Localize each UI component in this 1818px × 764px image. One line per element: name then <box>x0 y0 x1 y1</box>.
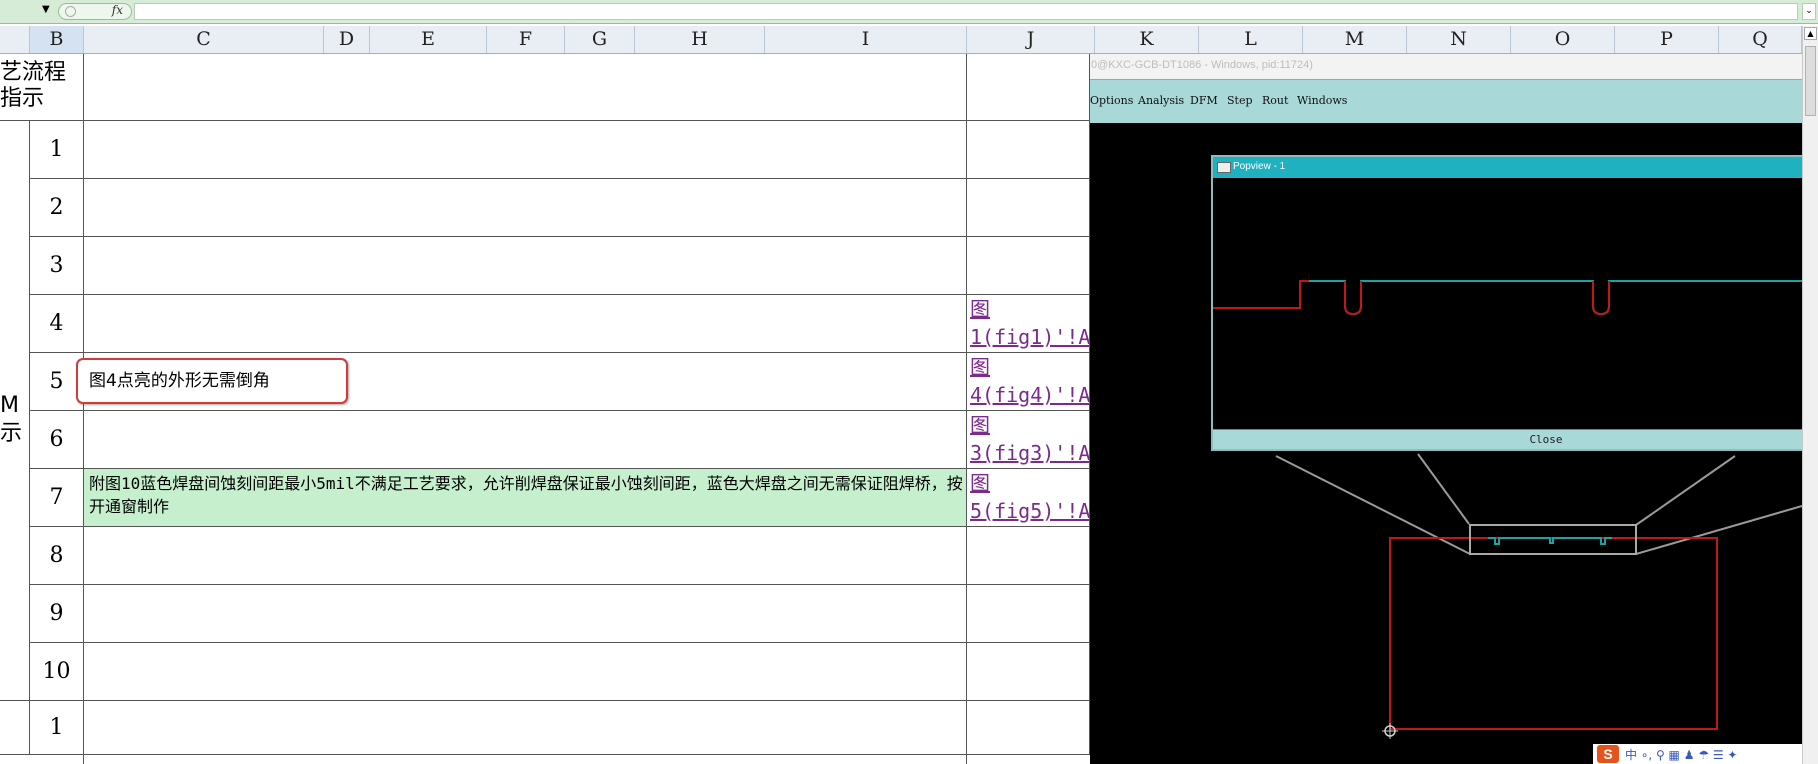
row-content-cell[interactable] <box>84 527 967 585</box>
scroll-up-icon[interactable]: ▲ <box>1804 27 1817 40</box>
column-header-f[interactable]: F <box>487 26 565 53</box>
row-link-cell[interactable] <box>967 585 1090 643</box>
section-header-line2: 指示 <box>0 86 45 111</box>
column-header-q[interactable]: Q <box>1719 26 1802 53</box>
row-link-cell[interactable] <box>967 643 1090 701</box>
section-header-cell[interactable]: 艺流程 指示 <box>0 54 84 121</box>
figure-link-line1[interactable]: 图 <box>970 469 1089 497</box>
figure-link-line1[interactable]: 图 <box>970 353 1089 381</box>
popview-close-button[interactable]: Close <box>1213 429 1802 449</box>
embedded-cam-screenshot[interactable]: 0@KXC-GCB-DT1086 - Windows, pid:11724) O… <box>1090 54 1802 764</box>
column-header-o[interactable]: O <box>1511 26 1615 53</box>
figure-link-line1[interactable]: 图 <box>970 411 1089 439</box>
header-cell-c[interactable] <box>84 54 967 121</box>
merged-cell-a[interactable]: M 示 <box>0 121 30 701</box>
figure-link[interactable]: 图 5(fig5)'!A <box>967 469 1090 527</box>
zoom-line <box>1635 505 1802 555</box>
column-header-i[interactable]: I <box>765 26 967 53</box>
row-content-cell[interactable] <box>84 411 967 469</box>
popview-window[interactable]: Popview - 1 Close <box>1211 155 1802 451</box>
column-header-row: B C D E F G H I J K L M N O P Q <box>0 26 1818 54</box>
figure-link-line2[interactable]: 5(fig5)'!A <box>970 497 1089 525</box>
row-content-cell[interactable] <box>84 121 967 179</box>
row-content-cell[interactable] <box>84 295 967 353</box>
insert-function-button[interactable]: fx <box>58 3 132 20</box>
row-number-cell[interactable]: 10 <box>30 643 84 701</box>
zoom-line <box>1275 455 1471 555</box>
popview-title: Popview - 1 <box>1233 161 1286 172</box>
column-header-c[interactable]: C <box>84 26 324 53</box>
header-cell-j[interactable] <box>967 54 1090 121</box>
row-number-cell[interactable]: 7 <box>30 469 84 527</box>
figure-link-line1[interactable]: 图 <box>970 295 1089 323</box>
column-header-m[interactable]: M <box>1303 26 1407 53</box>
row-number-cell[interactable]: 1 <box>30 121 84 179</box>
trace-teal <box>1213 280 1802 316</box>
figure-link[interactable]: 图 3(fig3)'!A <box>967 411 1090 469</box>
column-header-l[interactable]: L <box>1199 26 1303 53</box>
zoom-trace <box>1488 537 1612 545</box>
formula-input[interactable] <box>134 3 1798 20</box>
column-header-e[interactable]: E <box>370 26 487 53</box>
popview-title-bar[interactable]: Popview - 1 <box>1213 157 1802 178</box>
merged-cell-a2[interactable] <box>0 701 30 755</box>
column-header-k[interactable]: K <box>1095 26 1199 53</box>
row-link-cell[interactable] <box>967 237 1090 295</box>
figure-link[interactable]: 图 4(fig4)'!A <box>967 353 1090 411</box>
row-number-cell[interactable]: 1 <box>30 701 84 755</box>
worksheet-grid: 艺流程 指示 M 示 1 2 3 4 图 1(fig1)'!A 5 图 4(fi… <box>0 54 1090 764</box>
row-content-cell[interactable] <box>84 237 967 295</box>
merged-cell-a-line1: M <box>0 393 19 418</box>
column-header-a[interactable] <box>0 26 30 53</box>
ime-tool-icons[interactable]: 中 ∘, ⚲ ▦ ♟ ☂ ☰ ✦ <box>1625 746 1737 763</box>
column-header-d[interactable]: D <box>324 26 370 53</box>
figure-link[interactable]: 图 1(fig1)'!A <box>967 295 1090 353</box>
section-header-line1: 艺流程 <box>0 60 67 85</box>
row-number-cell[interactable]: 3 <box>30 237 84 295</box>
column-header-j[interactable]: J <box>967 26 1095 53</box>
ime-toolbar[interactable]: S 中 ∘, ⚲ ▦ ♟ ☂ ☰ ✦ <box>1593 744 1802 764</box>
row-link-cell[interactable] <box>967 527 1090 585</box>
row-link-cell[interactable] <box>967 701 1090 755</box>
fx-icon[interactable]: fx <box>112 3 123 17</box>
zoom-line <box>1635 455 1736 526</box>
row-link-cell[interactable] <box>967 179 1090 237</box>
row-content-cell[interactable] <box>84 585 967 643</box>
column-header-b[interactable]: B <box>30 26 84 53</box>
row-content-cell[interactable] <box>84 643 967 701</box>
board-outline <box>1389 537 1718 730</box>
cancel-icon[interactable] <box>65 6 76 17</box>
merged-cell-a-line2: 示 <box>0 421 23 446</box>
column-header-n[interactable]: N <box>1407 26 1511 53</box>
row-number-cell[interactable] <box>30 755 84 764</box>
figure-link-line2[interactable]: 4(fig4)'!A <box>970 381 1089 409</box>
figure-link-line2[interactable]: 3(fig3)'!A <box>970 439 1089 467</box>
trace-red <box>1213 280 1610 316</box>
column-header-h[interactable]: H <box>635 26 765 53</box>
figure-link-line2[interactable]: 1(fig1)'!A <box>970 323 1089 351</box>
row-number-cell[interactable]: 4 <box>30 295 84 353</box>
popview-canvas <box>1213 280 1802 316</box>
row-number-cell[interactable]: 6 <box>30 411 84 469</box>
name-box-dropdown-icon[interactable]: ▼ <box>42 4 50 15</box>
column-header-p[interactable]: P <box>1615 26 1719 53</box>
row-number-cell[interactable]: 8 <box>30 527 84 585</box>
callout-textbox[interactable]: 图4点亮的外形无需倒角 <box>76 358 348 404</box>
row-number-cell[interactable]: 2 <box>30 179 84 237</box>
row7-note-cell[interactable]: 附图10蓝色焊盘间蚀刻间距最小5mil不满足工艺要求，允许削焊盘保证最小蚀刻间距… <box>84 469 967 527</box>
vertical-scrollbar[interactable]: ▲ <box>1802 26 1818 764</box>
row-number-cell[interactable]: 9 <box>30 585 84 643</box>
expand-formula-bar-icon[interactable]: ⌄ <box>1802 3 1816 20</box>
row-link-cell[interactable] <box>967 121 1090 179</box>
row-content-cell[interactable] <box>84 179 967 237</box>
scroll-thumb[interactable] <box>1805 46 1816 116</box>
row-content-cell[interactable] <box>84 755 967 764</box>
row-content-cell[interactable] <box>84 701 967 755</box>
window-icon <box>1217 162 1231 173</box>
ime-logo-icon[interactable]: S <box>1597 745 1619 763</box>
zoom-line <box>1417 453 1470 525</box>
formula-bar: ▼ fx ⌄ <box>0 0 1818 24</box>
column-header-g[interactable]: G <box>565 26 635 53</box>
